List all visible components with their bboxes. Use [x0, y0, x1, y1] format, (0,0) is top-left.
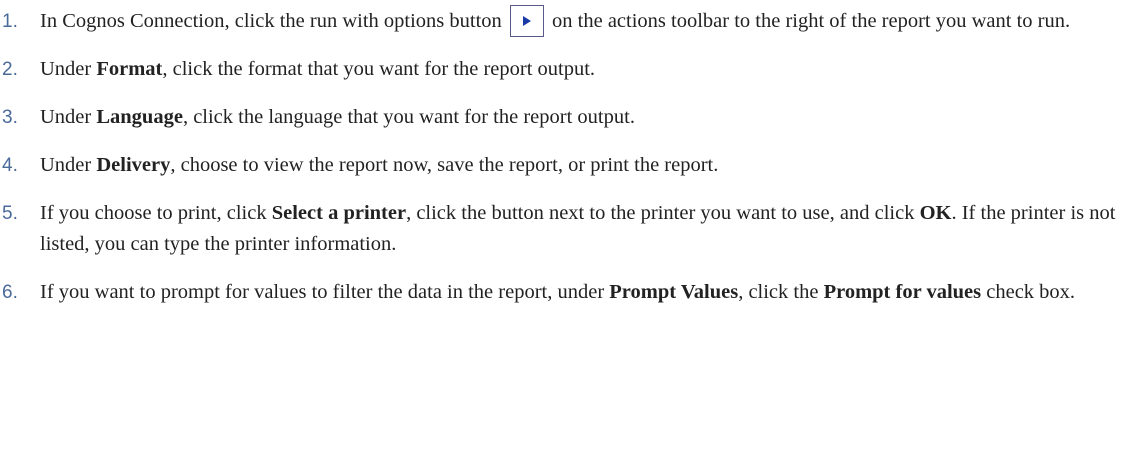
step-3: 3. Under Language, click the language th…	[0, 102, 1126, 133]
step-number: 1.	[2, 11, 18, 32]
step-6: 6. If you want to prompt for values to f…	[0, 277, 1126, 308]
step-text: , click the language that you want for t…	[182, 106, 635, 128]
step-text: , click the	[738, 281, 824, 303]
step-number: 3.	[2, 107, 18, 128]
step-text: If you want to prompt for values to filt…	[40, 281, 610, 303]
step-2: 2. Under Format, click the format that y…	[0, 54, 1126, 85]
step-text: Under	[40, 58, 97, 80]
step-number: 5.	[2, 203, 18, 224]
step-1: 1. In Cognos Connection, click the run w…	[0, 4, 1126, 37]
step-number: 6.	[2, 282, 18, 303]
ui-term-delivery: Delivery	[96, 154, 171, 176]
step-4: 4. Under Delivery, choose to view the re…	[0, 150, 1126, 181]
step-text: check box.	[981, 281, 1076, 303]
step-text: on the actions toolbar to the right of t…	[552, 10, 1071, 32]
ui-term-prompt-values: Prompt Values	[609, 281, 739, 303]
step-text: , choose to view the report now, save th…	[170, 154, 719, 176]
ui-term-ok: OK	[919, 202, 952, 224]
ui-term-format: Format	[96, 58, 163, 80]
step-number: 4.	[2, 155, 18, 176]
instruction-steps: 1. In Cognos Connection, click the run w…	[0, 0, 1126, 308]
step-text: , click the format that you want for the…	[162, 58, 596, 80]
ui-term-prompt-for-values: Prompt for values	[823, 281, 982, 303]
step-text: , click the button next to the printer y…	[406, 202, 920, 224]
ui-term-select-a-printer: Select a printer	[271, 202, 407, 224]
ui-term-language: Language	[96, 106, 183, 128]
step-text: Under	[40, 154, 97, 176]
step-text: If you choose to print, click	[40, 202, 272, 224]
step-text: Under	[40, 106, 97, 128]
step-number: 2.	[2, 59, 18, 80]
step-text: In Cognos Connection, click the run with…	[40, 10, 502, 32]
step-5: 5. If you choose to print, click Select …	[0, 198, 1126, 260]
run-with-options-icon	[522, 15, 531, 26]
run-with-options-button[interactable]	[509, 4, 544, 37]
